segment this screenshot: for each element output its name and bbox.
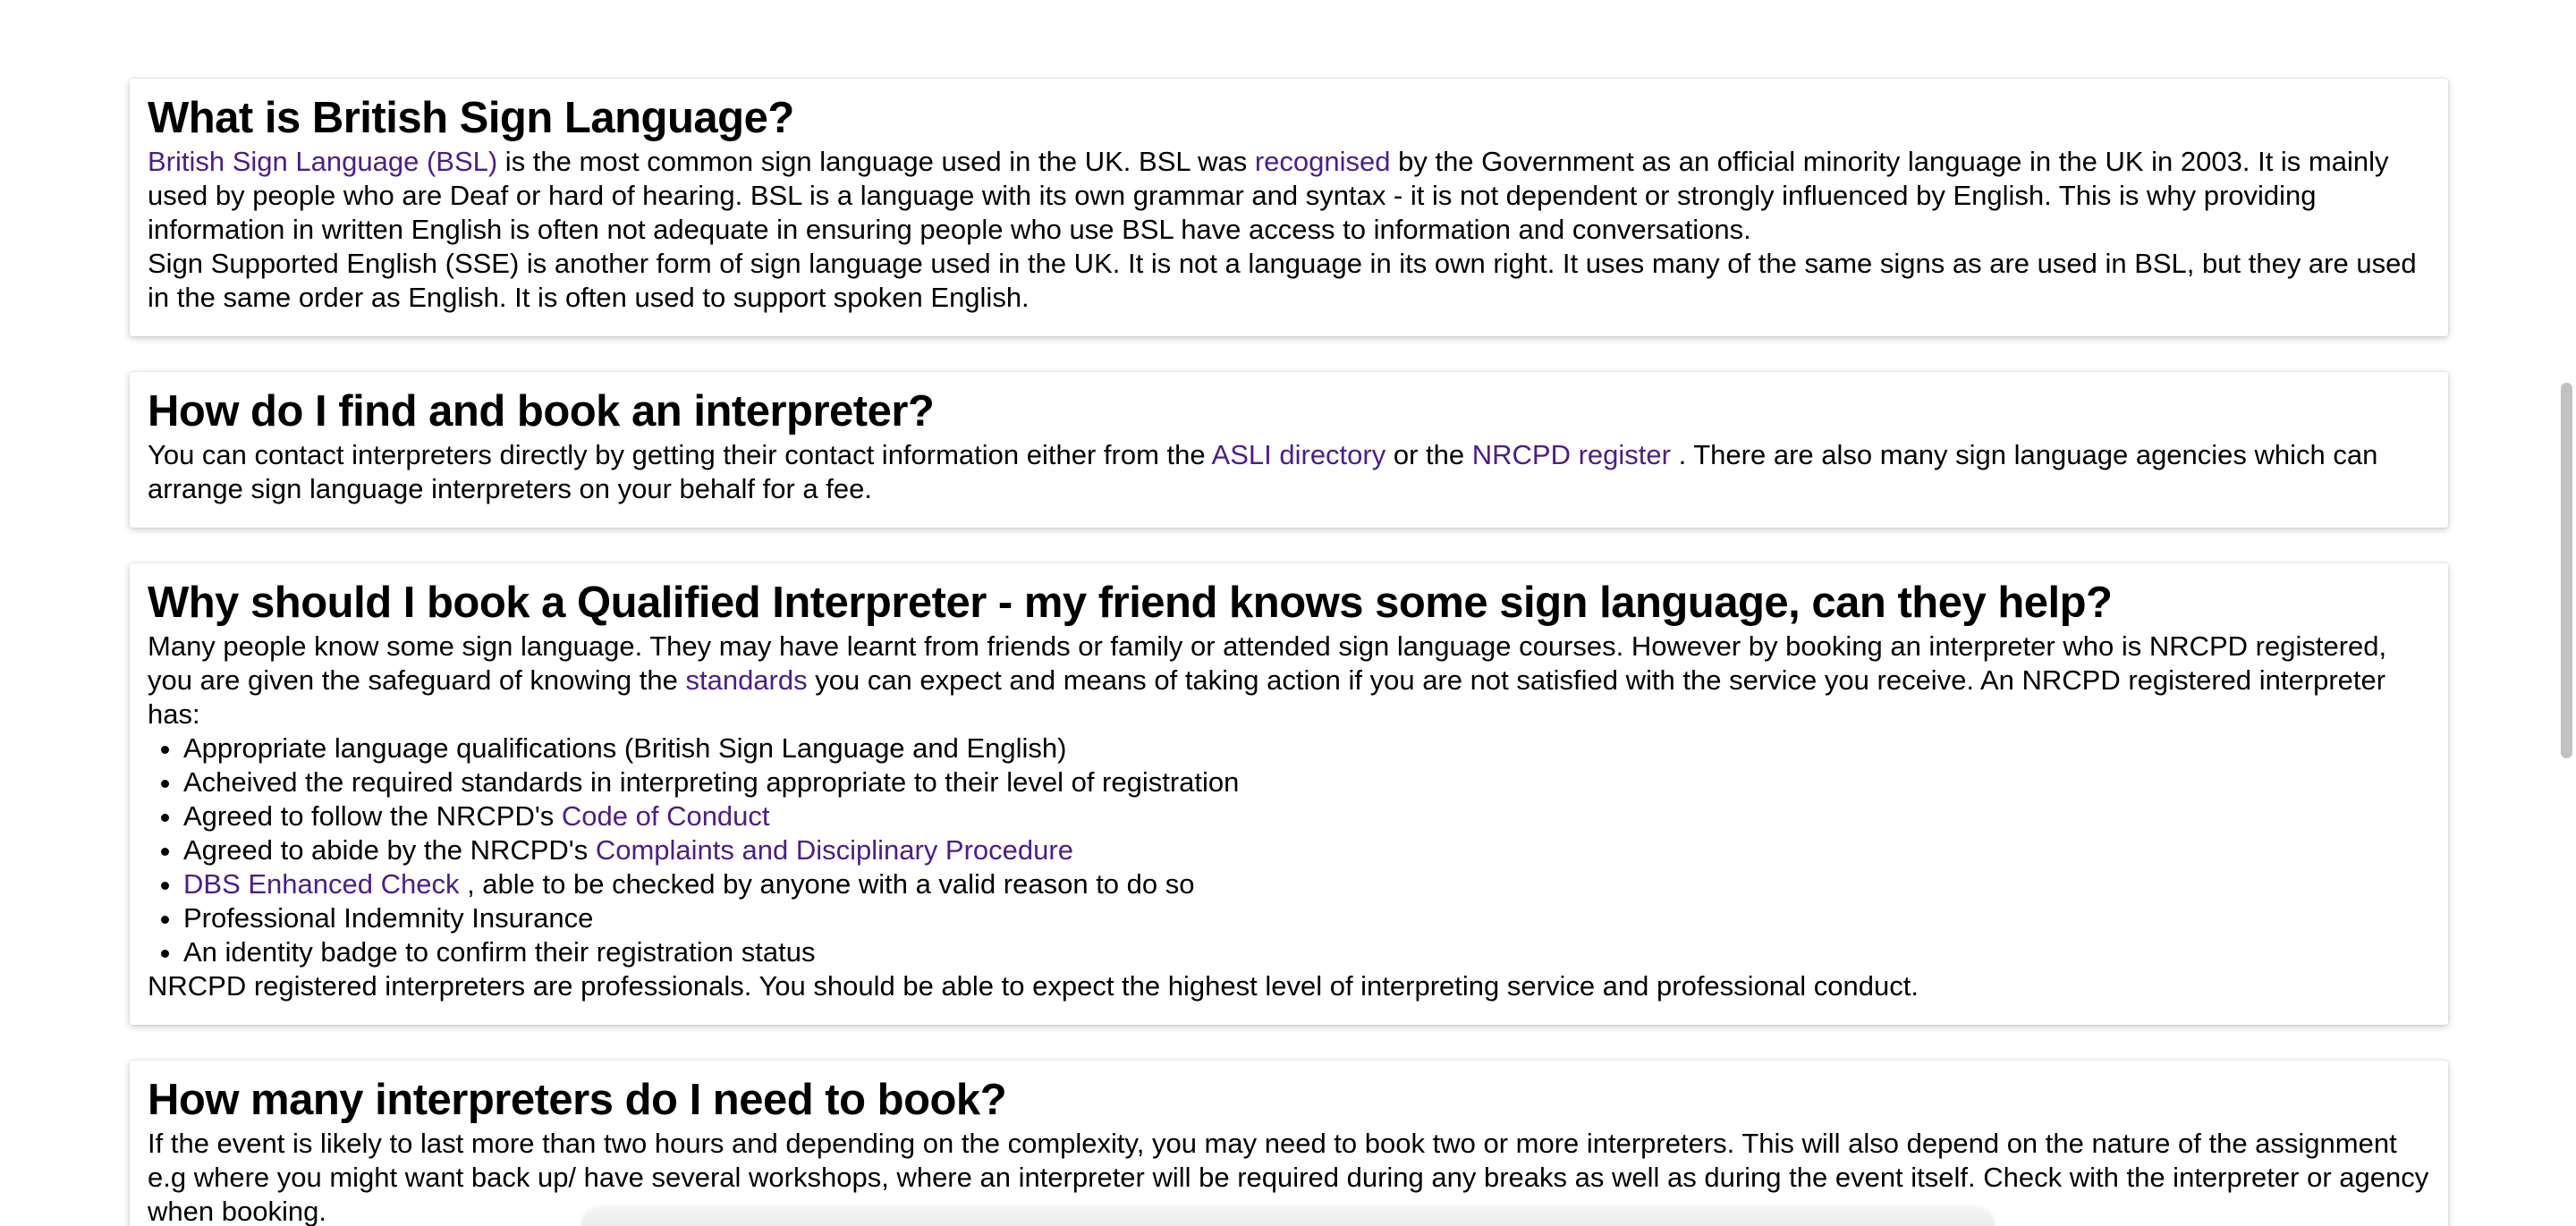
list-item: Agreed to abide by the NRCPD's Complaint… bbox=[183, 833, 2430, 867]
recognised-link[interactable]: recognised bbox=[1255, 146, 1391, 177]
list-item: An identity badge to confirm their regis… bbox=[183, 935, 2430, 969]
section-paragraph: British Sign Language (BSL) is the most … bbox=[148, 145, 2430, 247]
list-item-text: Agreed to abide by the NRCPD's bbox=[183, 834, 596, 866]
faq-card-find-interpreter: How do I find and book an interpreter? Y… bbox=[130, 372, 2448, 528]
dbs-check-link[interactable]: DBS Enhanced Check bbox=[183, 868, 459, 900]
nrcpd-register-link[interactable]: NRCPD register bbox=[1472, 439, 1671, 470]
bsl-link[interactable]: British Sign Language (BSL) bbox=[148, 146, 497, 177]
list-item: Appropriate language qualifications (Bri… bbox=[183, 731, 2430, 765]
section-heading: Why should I book a Qualified Interprete… bbox=[148, 579, 2113, 627]
list-item-text: , able to be checked by anyone with a va… bbox=[459, 868, 1195, 900]
paragraph-text: is the most common sign language used in… bbox=[497, 146, 1255, 177]
section-heading: How do I find and book an interpreter? bbox=[148, 387, 935, 435]
requirements-list: Appropriate language qualifications (Bri… bbox=[148, 731, 2430, 969]
section-paragraph: Many people know some sign language. The… bbox=[148, 630, 2430, 731]
list-item: DBS Enhanced Check , able to be checked … bbox=[183, 867, 2430, 901]
standards-link[interactable]: standards bbox=[685, 664, 807, 696]
page: What is British Sign Language? British S… bbox=[0, 0, 2576, 1226]
complaints-procedure-link[interactable]: Complaints and Disciplinary Procedure bbox=[596, 834, 1073, 866]
scrollbar[interactable] bbox=[2556, 0, 2576, 1226]
bottom-floating-bar bbox=[581, 1209, 1995, 1226]
paragraph-text: You can contact interpreters directly by… bbox=[148, 439, 1212, 470]
list-item: Agreed to follow the NRCPD's Code of Con… bbox=[183, 799, 2430, 833]
paragraph-text: or the bbox=[1385, 439, 1472, 470]
scrollbar-thumb[interactable] bbox=[2561, 383, 2572, 758]
faq-card-qualified-interpreter: Why should I book a Qualified Interprete… bbox=[130, 563, 2448, 1025]
section-paragraph: NRCPD registered interpreters are profes… bbox=[148, 970, 1919, 1002]
section-paragraph: You can contact interpreters directly by… bbox=[148, 438, 2430, 506]
list-item: Acheived the required standards in inter… bbox=[183, 765, 2430, 799]
asli-directory-link[interactable]: ASLI directory bbox=[1212, 439, 1386, 470]
code-of-conduct-link[interactable]: Code of Conduct bbox=[562, 800, 770, 832]
list-item-text: Agreed to follow the NRCPD's bbox=[183, 800, 562, 832]
section-heading: What is British Sign Language? bbox=[148, 94, 794, 142]
list-item: Professional Indemnity Insurance bbox=[183, 901, 2430, 935]
faq-card-what-is-bsl: What is British Sign Language? British S… bbox=[130, 79, 2448, 336]
faq-card-how-many-interpreters: How many interpreters do I need to book?… bbox=[130, 1061, 2448, 1226]
section-heading: How many interpreters do I need to book? bbox=[148, 1076, 1007, 1124]
section-paragraph: Sign Supported English (SSE) is another … bbox=[148, 248, 2417, 313]
